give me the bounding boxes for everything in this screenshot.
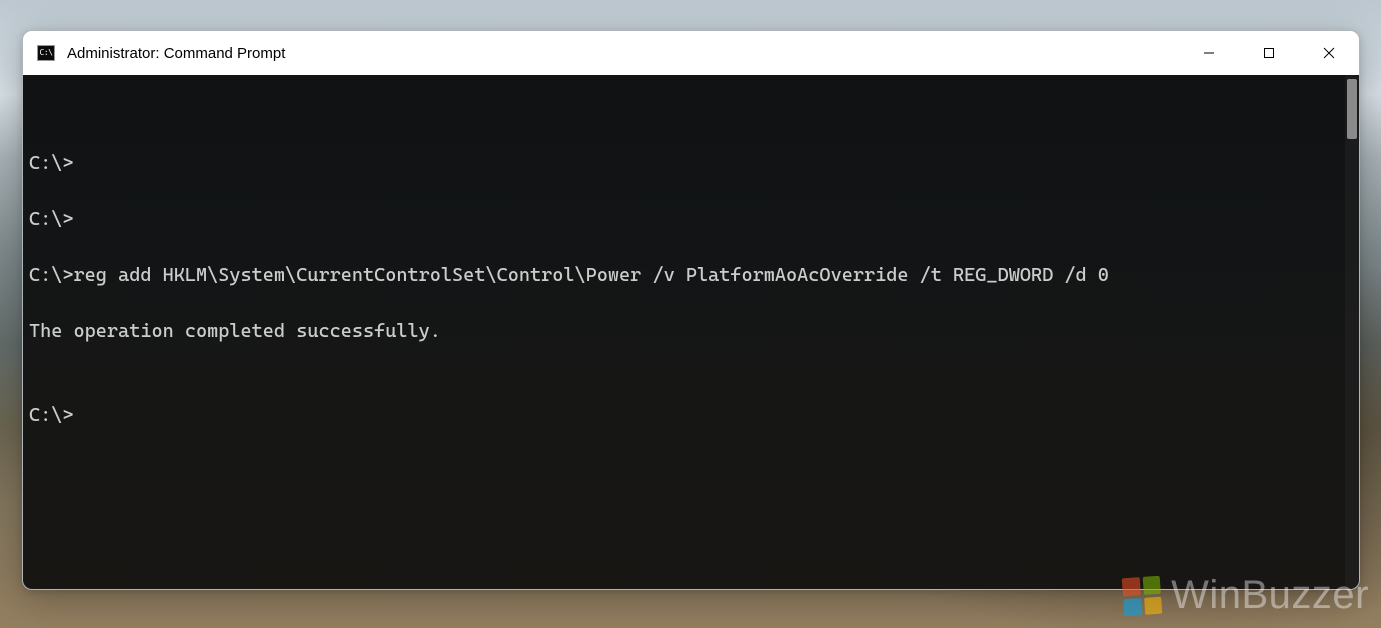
titlebar[interactable]: Administrator: Command Prompt — [23, 31, 1359, 75]
terminal-line: C:\> — [29, 149, 1339, 177]
terminal-line: C:\> — [29, 205, 1339, 233]
scrollbar-vertical[interactable] — [1345, 75, 1359, 589]
maximize-button[interactable] — [1239, 31, 1299, 75]
window-controls — [1179, 31, 1359, 75]
minimize-button[interactable] — [1179, 31, 1239, 75]
terminal-line: The operation completed successfully. — [29, 317, 1339, 345]
terminal-output[interactable]: C:\> C:\> C:\>reg add HKLM\System\Curren… — [23, 75, 1345, 589]
terminal-line: C:\> — [29, 401, 1339, 429]
close-button[interactable] — [1299, 31, 1359, 75]
cmd-icon — [37, 45, 55, 61]
window-title: Administrator: Command Prompt — [67, 45, 285, 62]
watermark: WinBuzzer — [1123, 573, 1369, 618]
terminal-line: C:\>reg add HKLM\System\CurrentControlSe… — [29, 261, 1339, 289]
watermark-logo-icon — [1122, 575, 1163, 616]
maximize-icon — [1263, 47, 1275, 59]
scrollbar-thumb[interactable] — [1347, 79, 1357, 139]
watermark-text: WinBuzzer — [1171, 573, 1369, 618]
minimize-icon — [1203, 47, 1215, 59]
close-icon — [1323, 47, 1335, 59]
command-prompt-window: Administrator: Command Prompt C:\> C:\> … — [22, 30, 1360, 590]
terminal-area[interactable]: C:\> C:\> C:\>reg add HKLM\System\Curren… — [23, 75, 1359, 589]
